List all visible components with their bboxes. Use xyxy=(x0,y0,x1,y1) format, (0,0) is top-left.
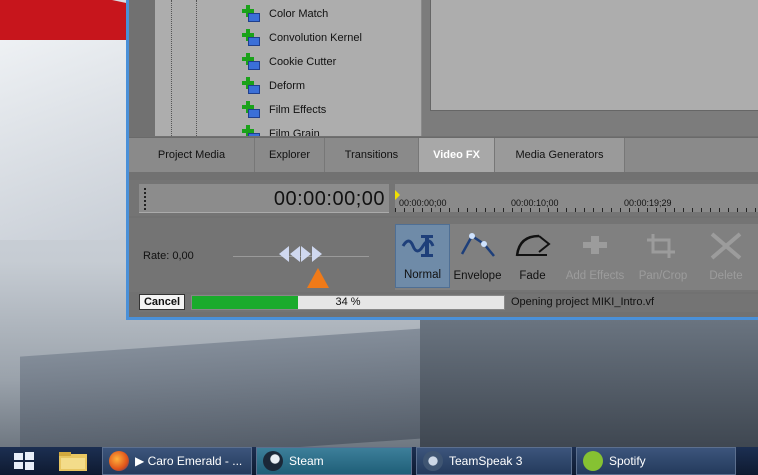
fx-list-item[interactable]: Convolution Kernel xyxy=(239,28,362,48)
edit-tools: Normal Envelope Fade Add Effects Pan/Cro… xyxy=(395,224,758,290)
fx-item-label: Deform xyxy=(269,80,306,92)
shuttle-arrows-icon[interactable] xyxy=(279,246,322,262)
tab-video-fx[interactable]: Video FX xyxy=(419,138,495,172)
tree-line xyxy=(171,0,173,136)
video-fx-icon xyxy=(239,77,261,95)
tab-explorer[interactable]: Explorer xyxy=(255,138,325,172)
add-effects-button[interactable]: Add Effects xyxy=(560,224,630,288)
tree-line xyxy=(196,0,198,136)
timeline-ruler[interactable]: 00:00:00;00 00:00:10;00 00:00:19;29 xyxy=(395,184,758,212)
normal-tool-button[interactable]: Normal xyxy=(395,224,450,288)
taskbar-teamspeak[interactable]: TeamSpeak 3 xyxy=(416,447,572,475)
windows-logo-icon xyxy=(14,452,34,470)
drag-handle-icon[interactable] xyxy=(144,188,149,210)
rate-slider-thumb[interactable] xyxy=(307,268,329,288)
track-controls: Rate: 0,00 Normal Envelope Fade Add Effe… xyxy=(129,218,758,292)
add-effects-label: Add Effects xyxy=(565,270,625,282)
envelope-tool-label: Envelope xyxy=(453,270,502,282)
start-button[interactable] xyxy=(0,447,48,475)
fx-item-label: Cookie Cutter xyxy=(269,56,337,68)
tab-project-media[interactable]: Project Media xyxy=(129,138,255,172)
spotify-icon xyxy=(583,451,603,471)
fx-item-label: Convolution Kernel xyxy=(269,32,362,44)
delete-x-icon xyxy=(710,232,742,260)
fade-icon xyxy=(515,234,551,257)
taskbar-spotify-label: Spotify xyxy=(609,454,646,468)
teamspeak-icon xyxy=(423,451,443,471)
timeline-header: 00:00:00;00 00:00:00;00 00:00:10;00 00:0… xyxy=(129,180,758,216)
ruler-tick-label: 00:00:00;00 xyxy=(399,198,447,208)
fx-list-panel: Color Match Convolution Kernel Cookie Cutt… xyxy=(155,0,422,136)
video-fx-icon xyxy=(239,53,261,71)
video-fx-icon xyxy=(239,125,261,136)
tab-media-generators[interactable]: Media Generators xyxy=(495,138,625,172)
fx-preview xyxy=(430,0,758,111)
taskbar: ▶ Caro Emerald - ... Steam TeamSpeak 3 S… xyxy=(0,447,758,475)
video-fx-icon xyxy=(239,5,261,23)
taskbar-spotify[interactable]: Spotify xyxy=(576,447,736,475)
taskbar-firefox[interactable]: ▶ Caro Emerald - ... xyxy=(102,447,252,475)
taskbar-firefox-label: ▶ Caro Emerald - ... xyxy=(135,454,243,468)
fade-tool-button[interactable]: Fade xyxy=(505,224,560,288)
delete-label: Delete xyxy=(709,270,743,282)
taskbar-steam-label: Steam xyxy=(289,454,324,468)
normal-edit-icon xyxy=(401,235,434,257)
taskbar-steam[interactable]: Steam xyxy=(256,447,412,475)
video-fx-icon xyxy=(239,101,261,119)
status-bar: Cancel 34 % Opening project MIKI_Intro.v… xyxy=(139,294,758,312)
firefox-icon xyxy=(109,451,129,471)
window-tabs: Project Media Explorer Transitions Video… xyxy=(129,137,758,172)
progress-percent: 34 % xyxy=(335,296,361,308)
status-message: Opening project MIKI_Intro.vf xyxy=(511,296,655,308)
taskbar-teamspeak-label: TeamSpeak 3 xyxy=(449,454,523,468)
preview-area xyxy=(422,0,758,136)
crop-icon xyxy=(647,234,675,258)
ruler-scale xyxy=(395,208,758,212)
fade-tool-label: Fade xyxy=(519,270,546,282)
window-content: Color Match Convolution Kernel Cookie Cutt… xyxy=(129,0,758,317)
wallpaper-dark-shape xyxy=(420,320,758,450)
rate-label: Rate: 0,00 xyxy=(143,250,194,262)
fx-item-label: Film Effects xyxy=(269,104,327,116)
fx-list-item[interactable]: Deform xyxy=(239,76,305,96)
cancel-button[interactable]: Cancel xyxy=(139,294,185,310)
timecode: 00:00:00;00 xyxy=(273,188,385,210)
video-fx-icon xyxy=(239,29,261,47)
delete-button[interactable]: Delete xyxy=(696,224,756,288)
progress-bar: 34 % xyxy=(191,295,505,310)
fx-list-item[interactable]: Cookie Cutter xyxy=(239,52,336,72)
add-effects-icon xyxy=(583,236,607,254)
vegas-window: Color Match Convolution Kernel Cookie Cutt… xyxy=(126,0,758,320)
taskbar-explorer[interactable] xyxy=(48,447,98,475)
timecode-display: 00:00:00;00 xyxy=(139,184,389,213)
ruler-tick-label: 00:00:19;29 xyxy=(624,198,672,208)
envelope-tool-button[interactable]: Envelope xyxy=(450,224,505,288)
tab-transitions[interactable]: Transitions xyxy=(325,138,419,172)
folder-icon xyxy=(59,452,87,471)
fx-list-item[interactable]: Film Effects xyxy=(239,100,326,120)
fx-item-label: Film Grain xyxy=(269,128,320,136)
fx-item-label: Color Match xyxy=(269,8,329,20)
envelope-icon xyxy=(460,233,495,257)
wallpaper-light-shape xyxy=(0,40,128,240)
normal-tool-label: Normal xyxy=(403,269,442,281)
pan-crop-button[interactable]: Pan/Crop xyxy=(630,224,696,288)
fx-list-item[interactable]: Film Grain xyxy=(239,124,320,136)
ruler-tick-label: 00:00:10;00 xyxy=(511,198,559,208)
fx-list-item[interactable]: Color Match xyxy=(239,4,328,24)
pan-crop-label: Pan/Crop xyxy=(638,270,688,282)
steam-icon xyxy=(263,451,283,471)
